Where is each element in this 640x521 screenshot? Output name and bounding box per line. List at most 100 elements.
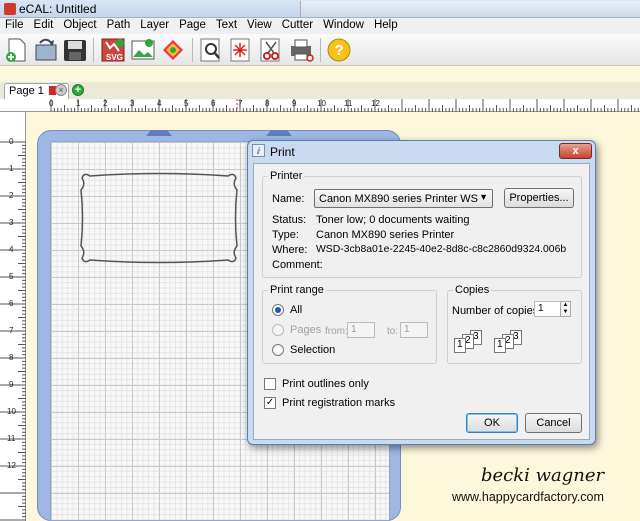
collate-page: 1: [494, 338, 506, 353]
print-cut-icon[interactable]: [288, 37, 314, 63]
vertical-ruler: 0 1 2 3 4 5 6 7 8 9 10 11 12: [0, 112, 26, 521]
registration-marks-label: Print registration marks: [282, 397, 396, 409]
menu-cutter[interactable]: Cutter: [277, 18, 318, 34]
trace-icon[interactable]: [160, 37, 186, 63]
type-value: Canon MX890 series Printer: [316, 229, 455, 241]
frame-shape[interactable]: [78, 170, 240, 266]
menu-object[interactable]: Object: [58, 18, 101, 34]
laser-cut-icon[interactable]: [228, 37, 254, 63]
ruler-label: 5: [9, 272, 14, 281]
svg-badge-label: SVG: [106, 53, 123, 62]
ruler-label: 8: [265, 99, 270, 108]
window-title: eCAL: Untitled: [19, 2, 97, 16]
toolbar-separator: [320, 38, 321, 62]
where-label: Where:: [272, 244, 308, 256]
ruler-label: 3: [130, 99, 135, 108]
copies-spinner[interactable]: ▲ ▼: [560, 301, 571, 317]
horizontal-ruler: 0 1 2 3 4 5 6 7 8 9 10 11 12: [0, 99, 640, 112]
collate-illustration: 3 2 1: [454, 330, 492, 356]
close-icon: x: [572, 145, 579, 157]
menu-path[interactable]: Path: [102, 18, 136, 34]
to-label: to:: [387, 326, 399, 337]
help-icon[interactable]: ?: [326, 37, 352, 63]
mat-notch: [146, 130, 172, 136]
ok-button[interactable]: OK: [466, 413, 518, 433]
ruler-label: 4: [157, 99, 162, 108]
watermark-signature: becki wagner: [481, 465, 605, 486]
properties-button[interactable]: Properties...: [504, 188, 574, 208]
ruler-label: 11: [7, 434, 16, 443]
selection-radio[interactable]: [272, 344, 284, 356]
app-icon: [4, 3, 16, 15]
status-label: Status:: [272, 214, 307, 226]
to-page-field[interactable]: 1: [400, 322, 428, 338]
all-label: All: [290, 304, 303, 316]
page-tab-row: Page 1 × +: [0, 82, 640, 99]
menu-help[interactable]: Help: [369, 18, 403, 34]
import-svg-icon[interactable]: SVG: [100, 37, 126, 63]
print-outlines-checkbox[interactable]: [264, 378, 276, 390]
tab-page-1-label: Page 1: [9, 85, 44, 97]
toolbar-separator: [192, 38, 193, 62]
menu-edit[interactable]: Edit: [29, 18, 59, 34]
pages-radio[interactable]: [272, 324, 284, 336]
ruler-label: 2: [103, 99, 108, 108]
from-page-field[interactable]: 1: [347, 322, 375, 338]
zoom-icon[interactable]: [198, 37, 224, 63]
ruler-label: 7: [9, 326, 14, 335]
ruler-label: 8: [9, 353, 14, 362]
ruler-label: 3: [9, 218, 14, 227]
number-of-copies-label: Number of copies:: [452, 305, 542, 317]
dialog-body: Printer Name: Canon MX890 series Printer…: [253, 163, 590, 440]
name-label: Name:: [272, 193, 305, 205]
printer-name-select[interactable]: Canon MX890 series Printer WS ▼: [314, 189, 493, 208]
ruler-label: 11: [344, 99, 353, 108]
menu-view[interactable]: View: [242, 18, 277, 34]
taskbar-strip: [300, 1, 640, 17]
ruler-label: 12: [7, 461, 16, 470]
menu-layer[interactable]: Layer: [135, 18, 174, 34]
dialog-close-button[interactable]: x: [559, 143, 592, 159]
toolbar: SVG ?: [0, 34, 640, 66]
printer-group-label: Printer: [268, 170, 305, 182]
import-image-icon[interactable]: [130, 37, 156, 63]
print-dialog: ⅈ Print x Printer Name: Canon MX890 seri…: [247, 140, 596, 445]
menu-file[interactable]: File: [0, 18, 29, 34]
selection-label: Selection: [290, 344, 336, 356]
save-icon[interactable]: [62, 37, 88, 63]
mat-notch: [266, 130, 292, 136]
open-file-icon[interactable]: [33, 37, 59, 63]
status-value: Toner low; 0 documents waiting: [316, 214, 470, 226]
ruler-label: 0: [9, 137, 14, 146]
collate-page: 1: [454, 338, 466, 353]
ruler-label: 9: [292, 99, 297, 108]
cancel-button[interactable]: Cancel: [525, 413, 582, 433]
ruler-label: 7: [238, 99, 243, 108]
menu-text[interactable]: Text: [211, 18, 242, 34]
type-label: Type:: [272, 229, 299, 241]
dialog-app-icon: ⅈ: [252, 144, 265, 157]
menu-bar: File Edit Object Path Layer Page Text Vi…: [0, 18, 640, 34]
cut-icon[interactable]: [258, 37, 284, 63]
menu-window[interactable]: Window: [318, 18, 369, 34]
new-file-icon[interactable]: [3, 37, 29, 63]
toolbar-separator: [93, 38, 94, 62]
pages-label: Pages: [290, 324, 322, 336]
from-label: from:: [325, 326, 348, 337]
all-radio[interactable]: [272, 304, 284, 316]
ruler-label: 9: [9, 380, 14, 389]
ruler-label: 1: [76, 99, 81, 108]
close-tab-icon[interactable]: ×: [55, 84, 67, 96]
print-outlines-label: Print outlines only: [282, 378, 369, 390]
ruler-label: 6: [9, 299, 14, 308]
print-range-label: Print range: [268, 284, 326, 296]
ruler-label: 1: [9, 164, 14, 173]
ruler-label: 0: [49, 99, 54, 108]
ruler-label: 10: [317, 99, 326, 108]
collate-illustration: 3 2 1: [494, 330, 532, 356]
menu-page[interactable]: Page: [174, 18, 211, 34]
comment-label: Comment:: [272, 259, 323, 271]
help-glyph: ?: [335, 42, 344, 59]
registration-marks-checkbox[interactable]: ✓: [264, 397, 276, 409]
add-page-icon[interactable]: +: [72, 84, 84, 96]
